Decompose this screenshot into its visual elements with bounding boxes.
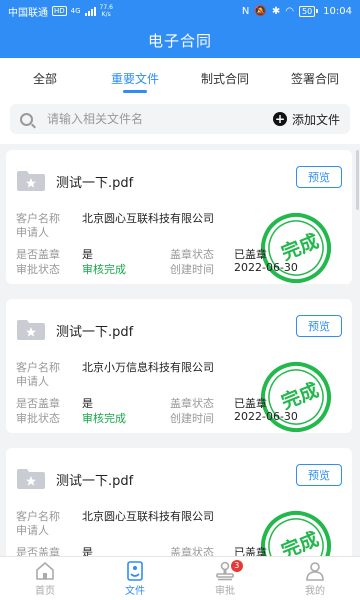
preview-button[interactable]: 预览 [296,315,342,337]
file-name[interactable]: 测试一下.pdf [56,321,133,340]
applicant-label: 申请人 [16,524,49,537]
applicant-label: 申请人 [16,375,49,388]
stamp-text: 完成 [278,378,322,414]
file-name[interactable]: 测试一下.pdf [56,470,133,489]
preview-button[interactable]: 预览 [296,166,342,188]
seal-status-value: 已盖章 [234,248,267,261]
created-time-value: 2022-06-30 [234,410,298,423]
approval-count-badge: 3 [230,560,243,572]
created-time-label: 创建时间 [170,263,214,276]
file-card[interactable]: 测试一下.pdf 预览 完成 客户名称 北京小万信息科技有限公司 申请人 是否盖… [6,299,352,433]
search-icon [20,112,33,126]
applicant-label: 申请人 [16,226,49,239]
tab-signed-contracts[interactable]: 签署合同 [270,58,360,98]
tab-bar: 全部 重要文件 制式合同 签署合同 [0,58,360,98]
plus-icon: + [272,112,287,126]
customer-value: 北京圆心互联科技有限公司 [82,510,214,523]
seal-status-label: 盖章状态 [170,397,214,410]
seal-status-label: 盖章状态 [170,248,214,261]
seal-status-value: 已盖章 [234,397,267,410]
add-file-button[interactable]: + 添加文件 [272,111,340,128]
approval-status-label: 审批状态 [16,412,60,425]
approval-status-value: 审核完成 [82,263,126,276]
user-icon [306,561,324,581]
folder-icon [17,320,45,340]
approval-status-value: 审核完成 [82,412,126,425]
stamp-text: 完成 [278,229,322,265]
created-time-label: 创建时间 [170,412,214,425]
tab-all[interactable]: 全部 [0,58,90,98]
nav-mine[interactable]: 我的 [270,557,360,600]
sealed-value: 是 [82,546,93,556]
file-list: 测试一下.pdf 预览 完成 客户名称 北京圆心互联科技有限公司 申请人 是否盖… [0,144,360,556]
bottom-nav: 首页 文件 审批 3 我的 [0,556,360,600]
seal-status-label: 盖章状态 [170,546,214,556]
preview-button[interactable]: 预览 [296,464,342,486]
carrier-label: 中国联通 [8,7,48,19]
signal-icon [84,6,96,16]
file-card[interactable]: 测试一下.pdf 预览 完成 客户名称 北京圆心互联科技有限公司 申请人 是否盖… [6,150,352,284]
nav-approval-label: 审批 [215,585,235,597]
approval-status-label: 审批状态 [16,263,60,276]
status-bar: 中国联通 HD 4G 77.6 K/s N 🔕 ✱ ◠ 50 10:04 [0,0,360,22]
search-box: + 添加文件 [10,104,350,134]
battery-icon: 50 [298,5,319,17]
wifi-icon: ◠ [285,5,294,17]
file-card[interactable]: 测试一下.pdf 预览 完成 客户名称 北京圆心互联科技有限公司 申请人 是否盖… [6,448,352,556]
file-name[interactable]: 测试一下.pdf [56,172,133,191]
nav-home[interactable]: 首页 [0,557,90,600]
bluetooth-icon: ✱ [271,5,281,17]
nav-approval[interactable]: 审批 3 [180,557,270,600]
hd-badge: HD [52,6,67,16]
mute-icon: 🔕 [254,5,267,17]
file-icon [127,560,143,581]
stamp-text: 完成 [278,527,322,556]
nfc-icon: N [241,5,250,17]
network-type: 4G [70,7,81,15]
sealed-label: 是否盖章 [16,248,60,261]
customer-value: 北京小万信息科技有限公司 [82,361,214,374]
customer-value: 北京圆心互联科技有限公司 [82,212,214,225]
sealed-label: 是否盖章 [16,546,60,556]
nav-files-label: 文件 [125,585,145,597]
nav-home-label: 首页 [35,585,55,597]
folder-icon [17,171,45,191]
created-time-value: 2022-06-30 [234,261,298,274]
page-title: 电子合同 [0,22,360,58]
clock: 10:04 [323,5,352,17]
sealed-label: 是否盖章 [16,397,60,410]
nav-files[interactable]: 文件 [90,557,180,600]
folder-icon [17,469,45,489]
net-speed: 77.6 K/s [99,4,113,18]
search-area: + 添加文件 [0,98,360,144]
tab-standard-contracts[interactable]: 制式合同 [180,58,270,98]
scrollbar[interactable] [356,150,359,210]
home-icon [36,561,54,580]
add-file-label: 添加文件 [291,112,340,127]
tab-important-files[interactable]: 重要文件 [90,58,180,98]
nav-mine-label: 我的 [305,585,325,597]
seal-status-value: 已盖章 [234,546,267,556]
search-input[interactable] [47,112,273,126]
sealed-value: 是 [82,248,93,261]
sealed-value: 是 [82,397,93,410]
